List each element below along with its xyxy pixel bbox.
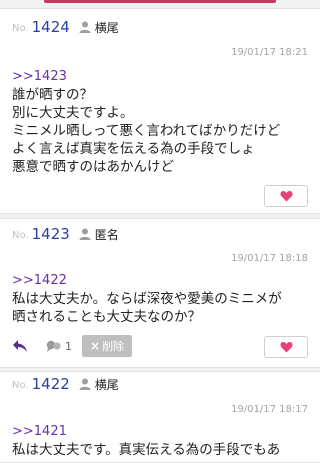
post-author[interactable]: 横尾 [95, 376, 119, 393]
user-icon [79, 21, 91, 33]
post-author[interactable]: 横尾 [95, 19, 119, 36]
comment-bubble-icon[interactable] [46, 339, 62, 353]
reply-count[interactable]: 1 [65, 340, 72, 353]
post-header: No. 1423 匿名 [12, 224, 119, 244]
close-icon: × [90, 339, 101, 353]
heart-icon [280, 342, 292, 353]
post-number[interactable]: 1422 [32, 375, 70, 393]
post-body: >>1421 私は大丈夫です。真実伝える為の手段でもあ [12, 423, 312, 459]
post-1423: No. 1423 匿名 19/01/17 18:18 >>1422 私は大丈夫か… [0, 218, 320, 368]
reply-link[interactable]: >>1423 [12, 68, 312, 86]
reply-link[interactable]: >>1421 [12, 423, 312, 441]
post-line: よく言えば真実を伝える為の手段でしょ [12, 141, 255, 157]
post-line: 誰が晒すの？ [12, 87, 93, 103]
post-header: No. 1422 横尾 [12, 374, 119, 394]
post-body: >>1422 私は大丈夫か。ならば深夜や愛美のミニメが 晒されることも大丈夫なの… [12, 272, 312, 326]
post-no-label: No. [12, 380, 29, 391]
heart-icon [280, 191, 292, 202]
post-date: 19/01/17 18:17 [231, 404, 308, 415]
user-icon [79, 228, 91, 240]
delete-button[interactable]: × 削除 [82, 335, 133, 357]
post-body: >>1423 誰が晒すの？ 別に大丈夫ですよ。 ミニメル晒しって悪く言われてばか… [12, 68, 312, 176]
post-actions: 1 × 削除 [12, 335, 133, 357]
post-line: 別に大丈夫ですよ。 [12, 105, 134, 121]
reply-link[interactable]: >>1422 [12, 272, 312, 290]
post-line: 晒されることも大丈夫なのか？ [12, 309, 201, 325]
reply-arrow-icon[interactable] [12, 339, 28, 353]
header-accent-bar [44, 0, 276, 3]
post-author[interactable]: 匿名 [95, 226, 119, 243]
user-icon [79, 378, 91, 390]
post-line: 私は大丈夫か。ならば深夜や愛美のミニメが [12, 291, 282, 307]
post-line: 悪意で晒すのはあかんけど [12, 159, 174, 175]
post-line: ミニメル晒しって悪く言われてばかりだけど [12, 123, 281, 139]
post-no-label: No. [12, 23, 29, 34]
post-date: 19/01/17 18:21 [231, 47, 308, 58]
post-line: 私は大丈夫です。真実伝える為の手段でもあ [12, 442, 281, 458]
post-number[interactable]: 1424 [32, 18, 70, 36]
like-button[interactable] [264, 336, 308, 358]
post-1422: No. 1422 横尾 19/01/17 18:17 >>1421 私は大丈夫で… [0, 371, 320, 463]
top-strip [0, 0, 320, 8]
post-1424: No. 1424 横尾 19/01/17 18:21 >>1423 誰が晒すの？… [0, 8, 320, 214]
like-button[interactable] [264, 185, 308, 207]
post-date: 19/01/17 18:18 [231, 253, 308, 264]
post-no-label: No. [12, 230, 29, 241]
delete-label: 削除 [102, 340, 125, 353]
post-number[interactable]: 1423 [32, 225, 70, 243]
post-header: No. 1424 横尾 [12, 17, 119, 37]
